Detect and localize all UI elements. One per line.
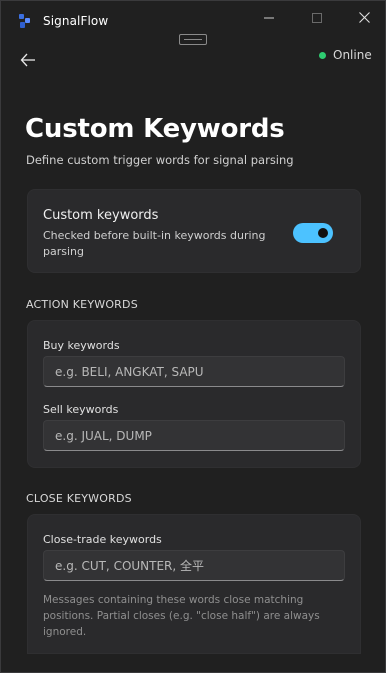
close-trade-keywords-input[interactable] <box>43 550 345 581</box>
sell-keywords-label: Sell keywords <box>43 403 119 416</box>
custom-keywords-description: Checked before built-in keywords during … <box>43 229 266 258</box>
status-dot-icon <box>319 51 326 59</box>
maximize-button[interactable] <box>294 1 340 33</box>
close-window-button[interactable] <box>341 1 385 33</box>
action-keywords-card: Buy keywords Sell keywords <box>27 320 361 468</box>
minimize-icon <box>264 8 274 27</box>
maximize-icon <box>312 8 322 27</box>
custom-keywords-card: Custom keywords Checked before built-in … <box>27 189 361 273</box>
status-label: Online <box>333 48 372 62</box>
app-window: SignalFlow Online Custom Keywords Define… <box>0 0 386 673</box>
page-subtitle: Define custom trigger words for signal p… <box>26 153 294 167</box>
buy-keywords-input[interactable] <box>43 356 345 387</box>
connection-status: Online <box>319 47 372 63</box>
close-keywords-card: Close-trade keywords Messages containing… <box>27 514 361 654</box>
page-title: Custom Keywords <box>25 114 285 144</box>
sell-keywords-input[interactable] <box>43 420 345 451</box>
arrow-left-icon <box>20 52 36 71</box>
back-button[interactable] <box>15 50 41 72</box>
title-bar[interactable]: SignalFlow <box>1 1 385 37</box>
signalflow-logo-icon <box>18 13 32 29</box>
drag-handle-icon[interactable] <box>179 34 207 45</box>
buy-keywords-label: Buy keywords <box>43 339 120 352</box>
custom-keywords-title: Custom keywords <box>43 208 159 223</box>
app-title: SignalFlow <box>43 14 109 28</box>
close-keywords-hint: Messages containing these words close ma… <box>43 594 320 638</box>
custom-keywords-toggle[interactable] <box>293 223 333 243</box>
close-keywords-header: CLOSE KEYWORDS <box>26 492 132 505</box>
minimize-button[interactable] <box>246 1 292 33</box>
close-trade-keywords-label: Close-trade keywords <box>43 533 162 546</box>
toggle-knob <box>318 228 328 238</box>
close-icon <box>358 8 370 27</box>
action-keywords-header: ACTION KEYWORDS <box>26 298 138 311</box>
